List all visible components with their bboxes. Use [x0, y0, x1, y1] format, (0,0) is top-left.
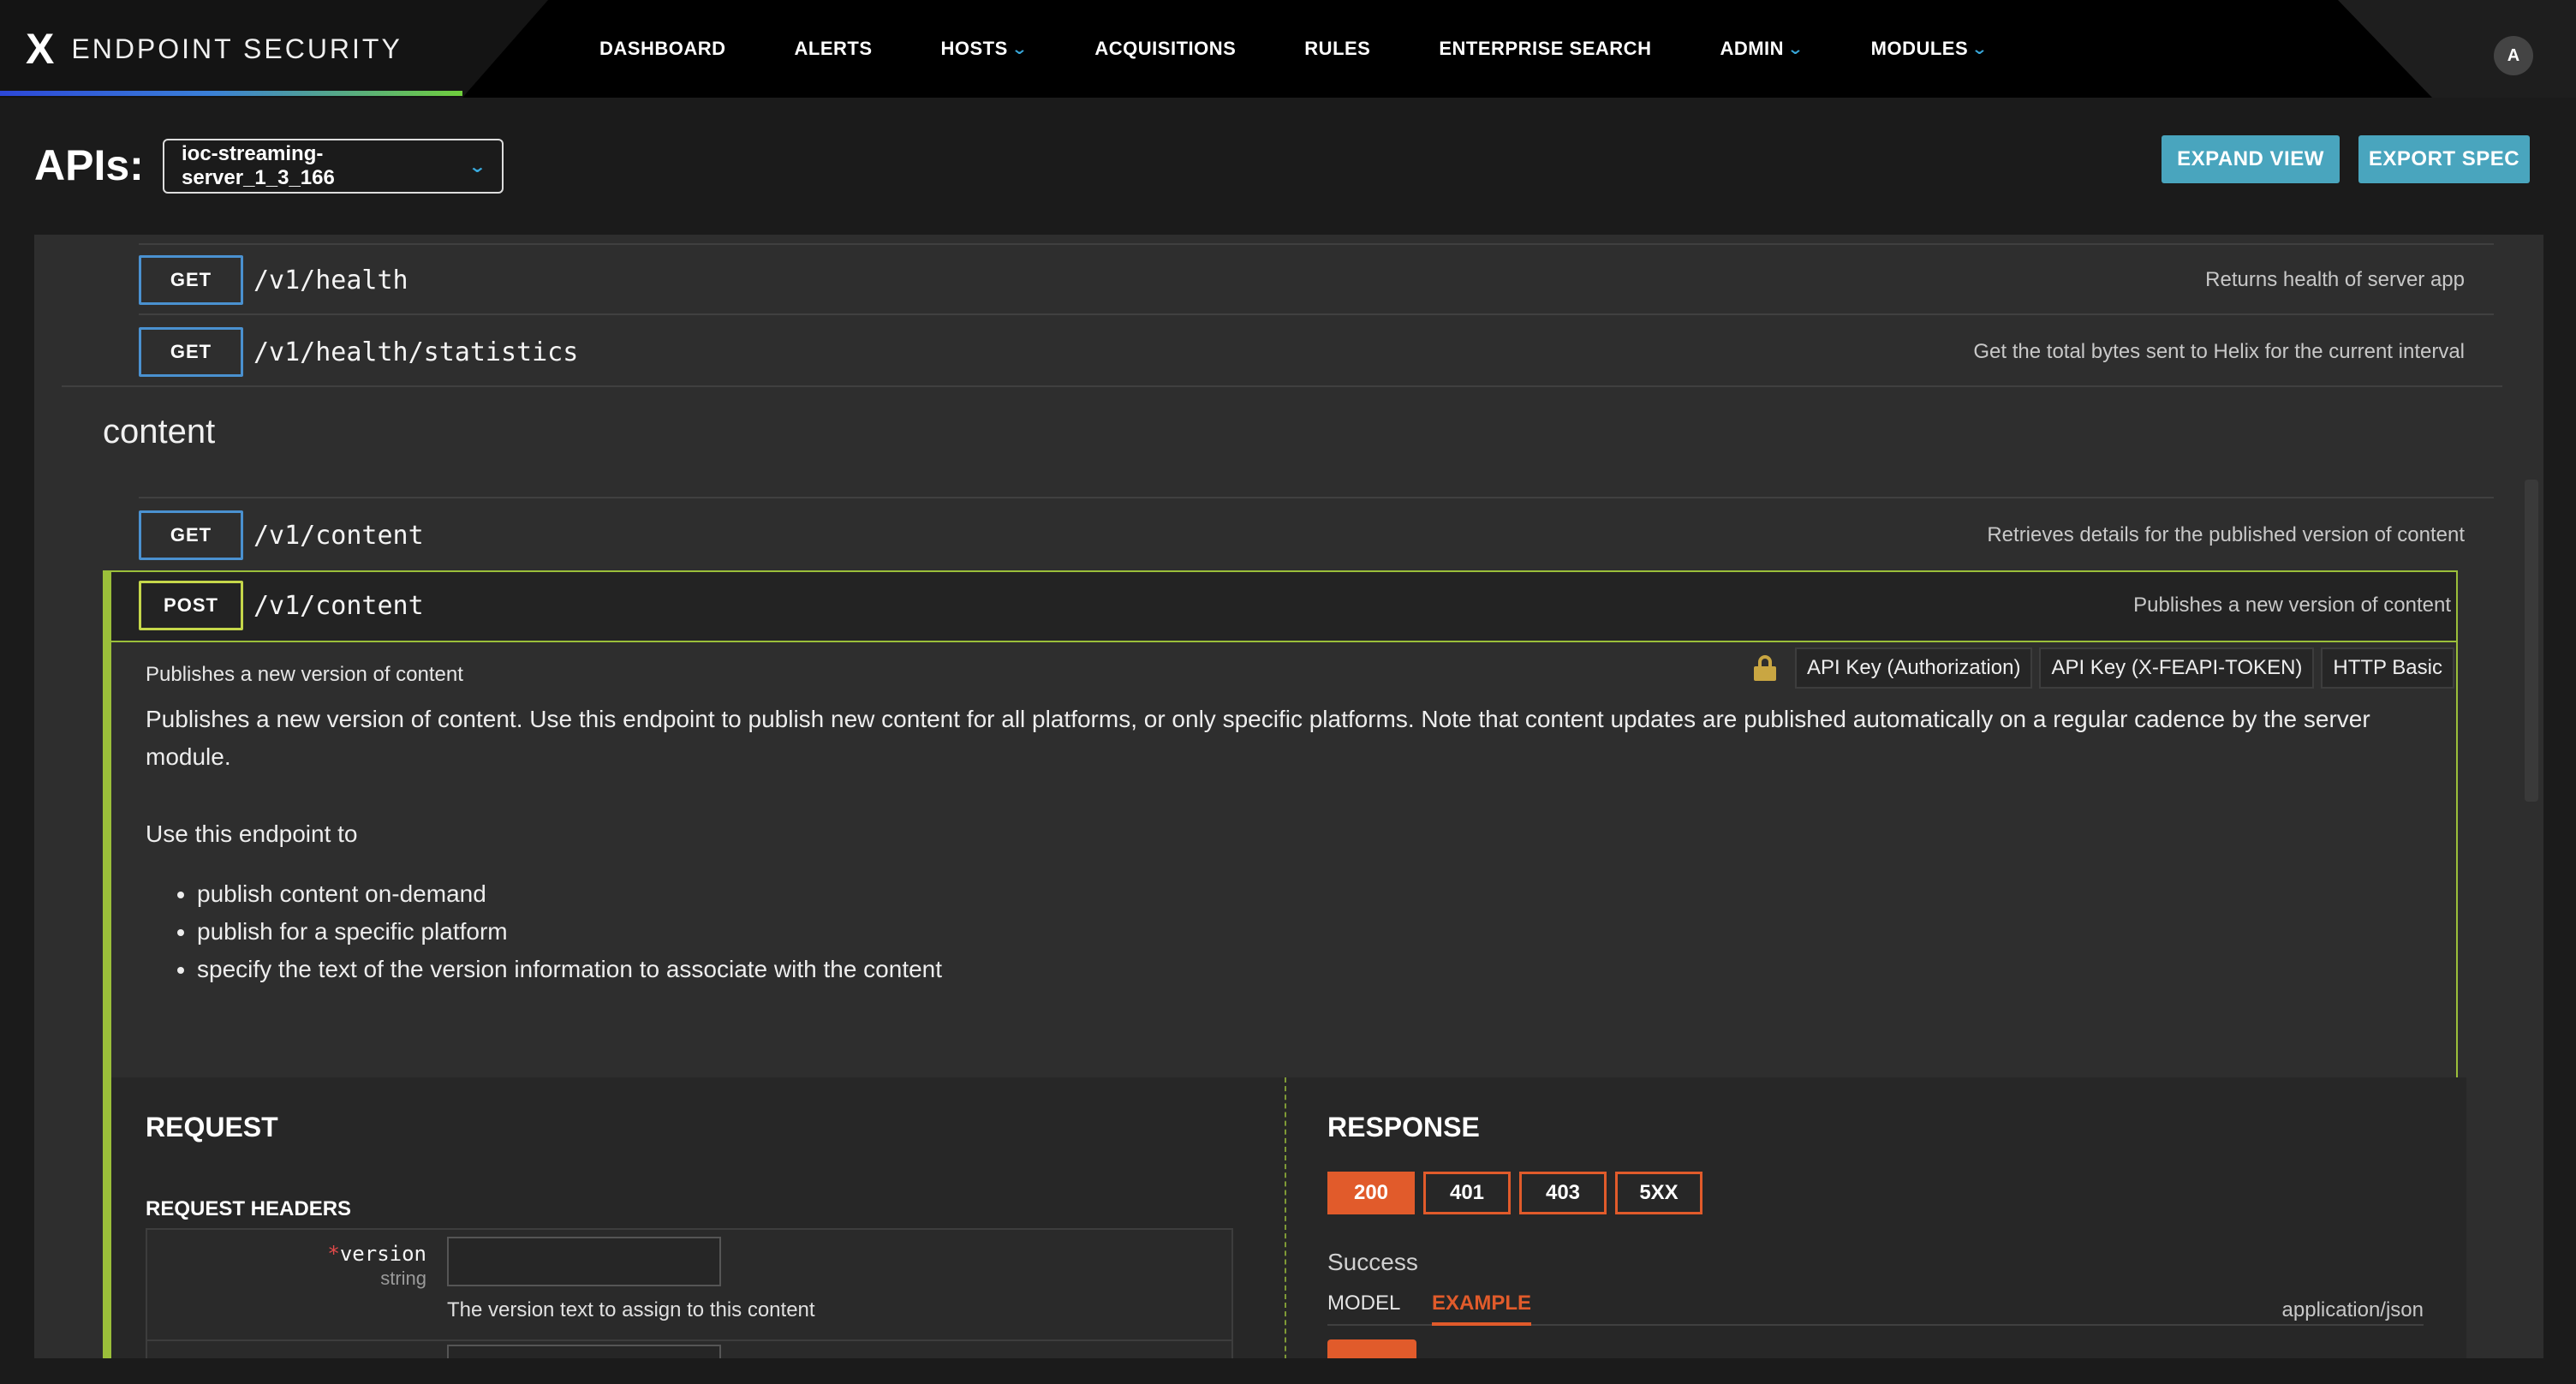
status-code-button[interactable]: 401: [1423, 1172, 1511, 1214]
api-toolbar: APIs: ioc-streaming-server_1_3_166 ⌄ EXP…: [0, 98, 2576, 235]
operation-description-short: Publishes a new version of content: [146, 663, 463, 686]
status-code-button[interactable]: 403: [1519, 1172, 1607, 1214]
param-input[interactable]: [447, 1345, 721, 1358]
param-type: string: [380, 1268, 426, 1289]
list-item: publish for a specific platform: [197, 913, 942, 951]
nav-label: HOSTS: [940, 38, 1008, 59]
divider: [139, 243, 2494, 245]
nav-dashboard[interactable]: DASHBOARD: [599, 38, 726, 60]
chevron-down-icon: ⌄: [1786, 39, 1804, 57]
api-select-value: ioc-streaming-server_1_3_166: [182, 142, 335, 189]
main-menu: DASHBOARD ALERTS HOSTS ⌄ ACQUISITIONS RUL…: [599, 0, 2055, 98]
method-badge: GET: [139, 510, 243, 560]
operation-summary: Returns health of server app: [2205, 268, 2465, 291]
divider: [147, 1339, 1231, 1341]
brand-logo-icon: X: [26, 25, 55, 73]
chevron-down-icon: ⌄: [1011, 39, 1029, 57]
chevron-down-icon: ⌄: [1971, 39, 1989, 57]
divider: [62, 385, 2502, 387]
operation-row[interactable]: GET /v1/health Returns health of server …: [139, 255, 2494, 305]
nav-hosts[interactable]: HOSTS ⌄: [940, 38, 1029, 60]
chevron-down-icon: ⌄: [468, 157, 487, 176]
brand-underline: [0, 91, 462, 96]
param-table: *version string The version text to assi…: [146, 1228, 1233, 1358]
export-spec-button[interactable]: EXPORT SPEC: [2358, 135, 2530, 183]
param-description: The version text to assign to this conte…: [447, 1298, 815, 1321]
status-code-button[interactable]: 200: [1327, 1172, 1415, 1214]
auth-methods: API Key (Authorization) API Key (X-FEAPI…: [1754, 647, 2454, 689]
operation-description: Publishes a new version of content. Use …: [146, 706, 2370, 770]
nav-label: MODULES: [1870, 38, 1969, 59]
nav-corner-decoration: [2338, 0, 2576, 98]
param-name: *version: [327, 1242, 426, 1266]
list-item: publish content on-demand: [197, 875, 942, 913]
tab-model[interactable]: MODEL: [1327, 1292, 1400, 1315]
operation-path: /v1/content: [253, 520, 424, 551]
nav-modules[interactable]: MODULES ⌄: [1870, 38, 1989, 60]
divider: [139, 497, 2494, 498]
operation-row[interactable]: GET /v1/health/statistics Get the total …: [139, 327, 2494, 377]
version-input[interactable]: [447, 1237, 721, 1286]
api-docs-panel: GET /v1/health Returns health of server …: [34, 235, 2543, 1358]
usage-list: publish content on-demand publish for a …: [197, 875, 942, 988]
nav-label: RULES: [1304, 38, 1371, 59]
response-status-text: Success: [1327, 1249, 1418, 1275]
operation-path: /v1/health: [253, 265, 408, 295]
response-section: RESPONSE 200 401 403 5XX Success MODEL E…: [1285, 1077, 2466, 1358]
nav-rules[interactable]: RULES: [1304, 38, 1370, 60]
brand[interactable]: X ENDPOINT SECURITY: [26, 27, 402, 70]
tab-example[interactable]: EXAMPLE: [1432, 1292, 1532, 1326]
nav-label: DASHBOARD: [599, 38, 726, 59]
nav-label: ACQUISITIONS: [1094, 38, 1237, 59]
response-heading: RESPONSE: [1327, 1112, 1480, 1142]
lock-icon[interactable]: [1754, 655, 1776, 681]
bottom-edge: [0, 1358, 2576, 1384]
method-badge: POST: [139, 581, 243, 630]
example-body-header: [1327, 1339, 1416, 1358]
nav-enterprise-search[interactable]: ENTERPRISE SEARCH: [1439, 38, 1651, 60]
operation-row[interactable]: GET /v1/content Retrieves details for th…: [139, 510, 2494, 560]
request-heading: REQUEST: [146, 1112, 278, 1142]
method-badge: GET: [139, 255, 243, 305]
status-code-button[interactable]: 5XX: [1615, 1172, 1702, 1214]
request-headers-heading: REQUEST HEADERS: [146, 1197, 352, 1220]
response-codes: 200 401 403 5XX: [1327, 1172, 1702, 1214]
method-badge: GET: [139, 327, 243, 377]
brand-name: ENDPOINT SECURITY: [71, 33, 402, 64]
auth-chip[interactable]: API Key (Authorization): [1795, 647, 2033, 689]
user-avatar[interactable]: A: [2494, 36, 2533, 75]
usage-heading: Use this endpoint to: [146, 820, 358, 847]
scrollbar[interactable]: [2525, 480, 2538, 802]
response-tabs: MODEL EXAMPLE application/json: [1327, 1288, 2424, 1326]
api-select[interactable]: ioc-streaming-server_1_3_166 ⌄: [163, 139, 504, 194]
operation-summary: Publishes a new version of content: [2133, 594, 2451, 617]
expand-view-button[interactable]: EXPAND VIEW: [2162, 135, 2340, 183]
list-item: specify the text of the version informat…: [197, 951, 942, 988]
divider: [139, 313, 2494, 315]
nav-label: ADMIN: [1720, 38, 1785, 59]
top-nav: X ENDPOINT SECURITY DASHBOARD ALERTS HOS…: [0, 0, 2576, 98]
operation-summary: Get the total bytes sent to Helix for th…: [1973, 340, 2465, 363]
nav-alerts[interactable]: ALERTS: [795, 38, 873, 60]
operation-path: /v1/content: [253, 590, 424, 621]
required-marker: *: [327, 1242, 340, 1266]
operation-path: /v1/health/statistics: [253, 337, 579, 367]
section-title[interactable]: content: [103, 413, 215, 451]
page-title: APIs:: [34, 141, 144, 189]
request-section: REQUEST REQUEST HEADERS *version string …: [111, 1077, 1285, 1358]
nav-label: ENTERPRISE SEARCH: [1439, 38, 1652, 59]
post-operation-expanded: POST /v1/content Publishes a new version…: [103, 570, 2466, 1358]
content-type-label: application/json: [2281, 1298, 2424, 1321]
auth-chip[interactable]: HTTP Basic: [2321, 647, 2454, 689]
nav-admin[interactable]: ADMIN ⌄: [1720, 38, 1804, 60]
auth-chip[interactable]: API Key (X-FEAPI-TOKEN): [2039, 647, 2315, 689]
operation-header[interactable]: POST /v1/content Publishes a new version…: [111, 572, 2456, 642]
param-name-text: version: [339, 1242, 426, 1266]
nav-acquisitions[interactable]: ACQUISITIONS: [1094, 38, 1236, 60]
operation-row: POST /v1/content Publishes a new version…: [139, 581, 2451, 630]
nav-label: ALERTS: [794, 38, 873, 59]
operation-summary: Retrieves details for the published vers…: [1987, 523, 2465, 546]
